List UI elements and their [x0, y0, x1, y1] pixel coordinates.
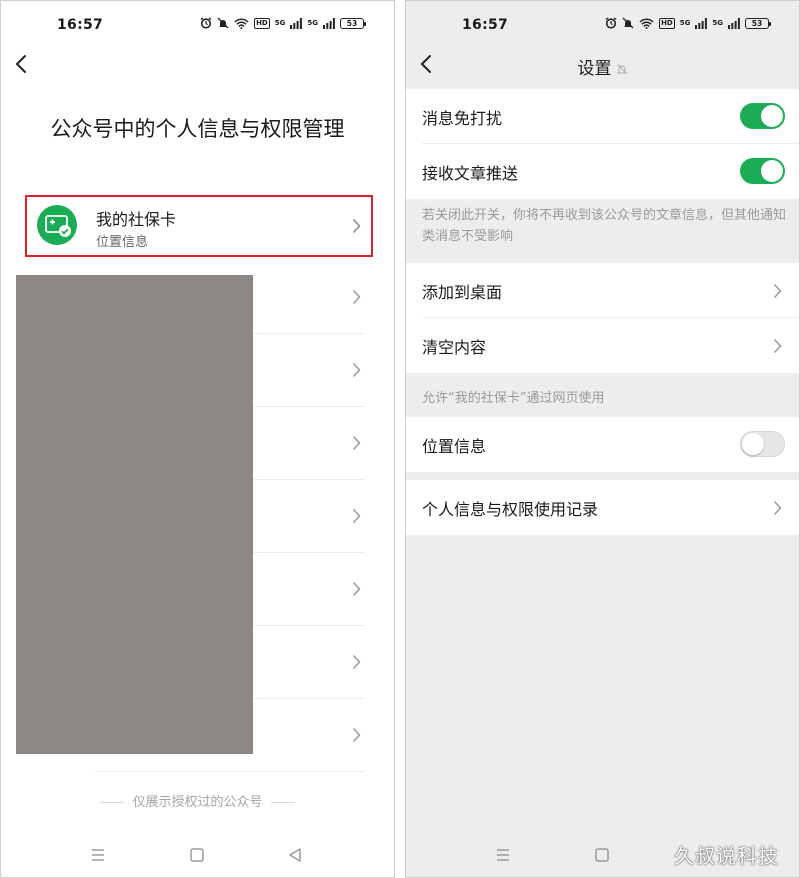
list-footnote: 仅展示授权过的公众号: [1, 791, 394, 810]
back-arrow-icon[interactable]: [13, 53, 31, 75]
article-push-toggle[interactable]: [740, 158, 785, 184]
toggle-knob: [761, 160, 783, 182]
network-label-2: 5G: [307, 19, 318, 27]
page-title: 设置: [577, 59, 612, 79]
hd-badge: HD: [254, 17, 270, 29]
wifi-icon: [234, 17, 249, 29]
signal-icon: [290, 17, 303, 29]
chevron-right-icon: [352, 581, 361, 597]
alarm-icon: [200, 17, 212, 29]
setting-label: 清空内容: [422, 338, 487, 357]
setting-label: 添加到桌面: [422, 283, 503, 302]
setting-row-mute[interactable]: 消息免打扰: [406, 89, 799, 144]
setting-row-location[interactable]: 位置信息: [406, 417, 799, 472]
chevron-right-icon: [352, 727, 361, 743]
signal-icon-2: [323, 17, 335, 29]
account-permission: 位置信息: [96, 235, 149, 250]
network-label: 5G: [679, 19, 691, 27]
status-bar: 16:57 HD 5G 5G 53: [406, 1, 799, 49]
network-label-2: 5G: [712, 19, 723, 27]
status-time: 16:57: [57, 17, 104, 33]
chevron-right-icon: [352, 654, 361, 670]
setting-label: 接收文章推送: [422, 164, 519, 183]
web-usage-hint: 允许“我的社保卡”通过网页使用: [422, 391, 605, 406]
muted-bell-icon: [616, 64, 627, 74]
chevron-right-icon: [773, 283, 782, 299]
mute-bell-icon: [217, 17, 229, 29]
menu-icon[interactable]: [495, 847, 511, 863]
settings-title: 设置: [406, 54, 799, 79]
setting-label: 个人信息与权限使用记录: [422, 500, 599, 519]
chevron-right-icon: [352, 289, 361, 305]
chevron-right-icon: [773, 338, 782, 354]
status-time: 16:57: [462, 17, 509, 33]
back-triangle-icon[interactable]: [287, 847, 303, 863]
setting-row-permission-records[interactable]: 个人信息与权限使用记录: [406, 480, 799, 535]
account-name: 我的社保卡: [96, 210, 177, 229]
status-bar: 16:57 HD 5G 5G 53: [1, 1, 394, 49]
account-item-social-security[interactable]: 我的社保卡 位置信息: [25, 195, 373, 257]
setting-label: 位置信息: [422, 437, 487, 456]
chevron-right-icon: [352, 362, 361, 378]
toggle-knob: [742, 433, 764, 455]
social-card-icon: [37, 205, 77, 245]
home-icon[interactable]: [594, 847, 610, 863]
battery-indicator: 53: [745, 17, 771, 29]
push-hint-text: 若关闭此开关，你将不再收到该公众号的文章信息，但其他通知类消息不受影响: [422, 208, 787, 244]
divider: [100, 802, 125, 803]
chevron-right-icon: [773, 500, 782, 516]
redacted-area: [16, 275, 253, 754]
page-title: 公众号中的个人信息与权限管理: [50, 117, 345, 141]
chevron-right-icon: [352, 435, 361, 451]
setting-row-clear-content[interactable]: 清空内容: [406, 318, 799, 373]
hd-badge: HD: [659, 17, 675, 29]
left-phone-screen: 16:57 HD 5G 5G 53 公众号中的个人信息与权限管理 我的社保卡 位…: [0, 0, 395, 878]
toggle-knob: [761, 105, 783, 127]
signal-icon-2: [728, 17, 740, 29]
setting-row-add-to-desktop[interactable]: 添加到桌面: [406, 263, 799, 318]
chevron-right-icon: [352, 218, 361, 234]
battery-indicator: 53: [340, 17, 366, 29]
alarm-icon: [605, 17, 617, 29]
chevron-right-icon: [352, 508, 361, 524]
menu-icon[interactable]: [90, 847, 106, 863]
setting-label: 消息免打扰: [422, 109, 503, 128]
network-label: 5G: [274, 19, 286, 27]
wifi-icon: [639, 17, 654, 29]
signal-icon: [695, 17, 708, 29]
footnote-text: 仅展示授权过的公众号: [132, 795, 263, 810]
mute-toggle[interactable]: [740, 103, 785, 129]
right-phone-screen: 16:57 HD 5G 5G 53 设置 消息免打扰 接收文章推送 若关闭此开关…: [405, 0, 800, 878]
home-icon[interactable]: [189, 847, 205, 863]
watermark-text: 久叔说科技: [674, 844, 779, 868]
mute-bell-icon: [622, 17, 634, 29]
setting-row-article-push[interactable]: 接收文章推送: [406, 144, 799, 199]
divider: [270, 802, 295, 803]
system-nav-bar: [1, 841, 394, 871]
location-toggle[interactable]: [740, 431, 785, 457]
